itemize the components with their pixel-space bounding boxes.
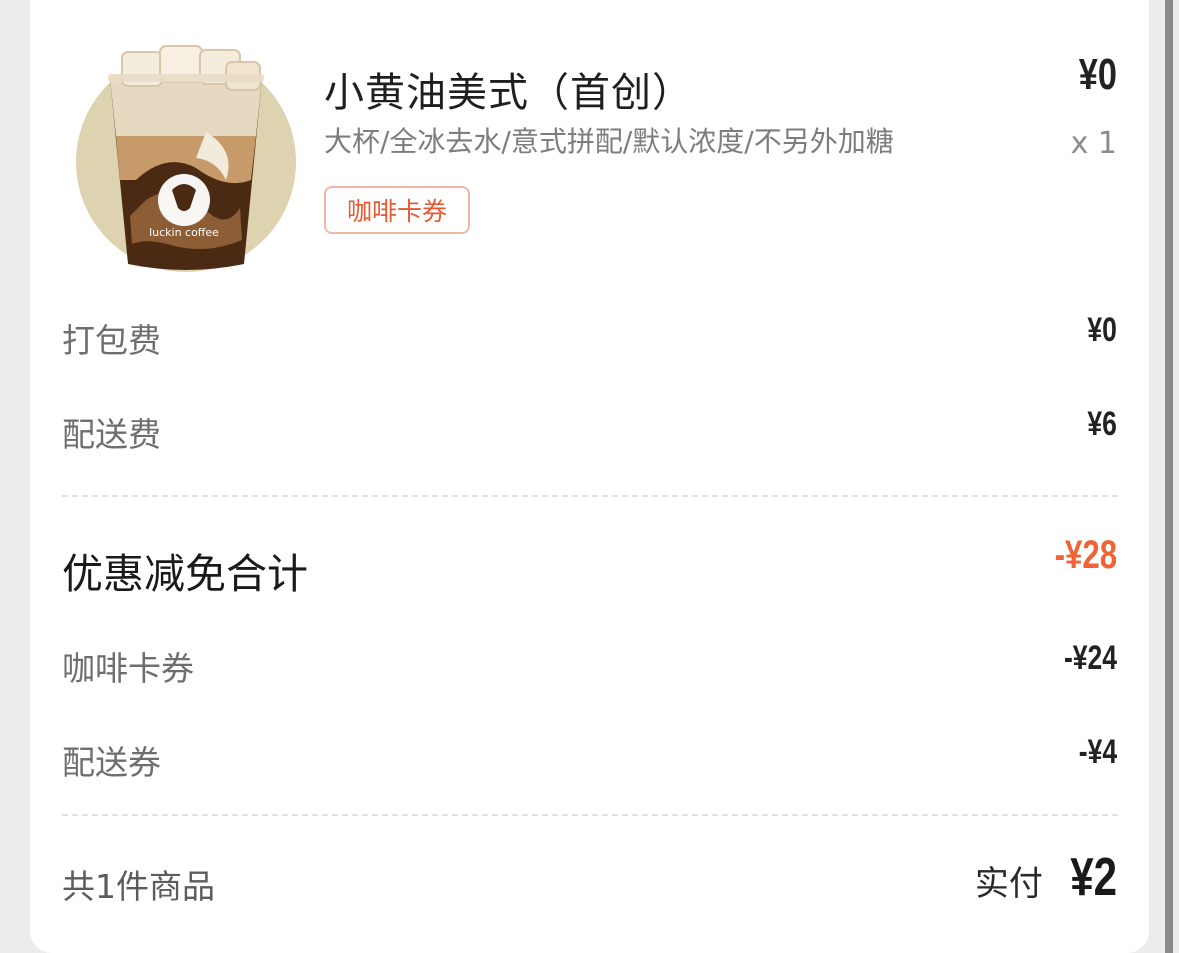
- coffee-coupon-value: -¥24: [1063, 639, 1117, 677]
- product-quantity: x 1: [1070, 126, 1117, 161]
- delivery-fee-value: ¥6: [1087, 405, 1117, 443]
- iced-coffee-cup-icon: luckin coffee: [76, 45, 296, 272]
- divider: [62, 495, 1118, 497]
- packaging-fee-label: 打包费: [62, 321, 161, 360]
- discount-total-value: -¥28: [1054, 533, 1117, 577]
- packaging-fee-value: ¥0: [1087, 311, 1117, 349]
- divider: [62, 814, 1118, 816]
- product-name: 小黄油美式（首创）: [324, 70, 693, 116]
- delivery-coupon-value: -¥4: [1078, 733, 1117, 771]
- delivery-fee-label: 配送费: [62, 415, 161, 454]
- item-count: 共1件商品: [62, 867, 215, 906]
- coffee-coupon-label: 咖啡卡券: [62, 649, 194, 688]
- paid-amount: ¥2: [1070, 847, 1117, 907]
- brand-label: luckin coffee: [149, 226, 219, 239]
- amount-paid: 实付 ¥2: [975, 846, 1117, 908]
- discount-total-label: 优惠减免合计: [62, 550, 308, 598]
- delivery-coupon-label: 配送券: [62, 743, 161, 782]
- coupon-tag[interactable]: 咖啡卡券: [324, 186, 470, 234]
- product-image: luckin coffee: [76, 40, 296, 272]
- paid-label: 实付: [974, 864, 1043, 904]
- product-specs: 大杯/全冰去水/意式拼配/默认浓度/不另外加糖: [324, 125, 894, 158]
- scrollbar[interactable]: [1165, 0, 1173, 953]
- product-price: ¥0: [1078, 50, 1117, 99]
